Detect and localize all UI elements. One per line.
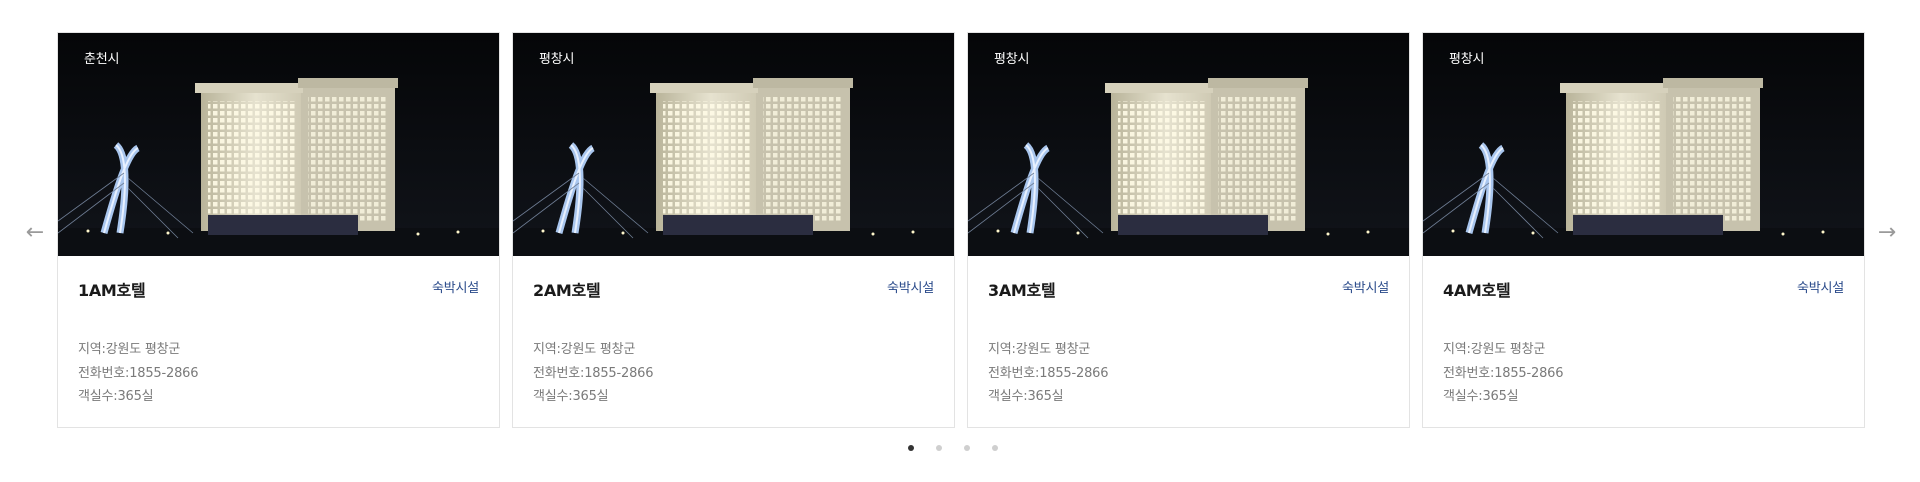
hotel-name: 2AM호텔: [533, 281, 601, 300]
hotel-name: 3AM호텔: [988, 281, 1056, 300]
region-label: 평창시: [1449, 52, 1485, 67]
phone-text: 전화번호:1855-2866: [1443, 365, 1564, 381]
category-link[interactable]: 숙박시설: [1797, 277, 1844, 296]
hotel-photo: 평창시: [513, 33, 954, 256]
pagination-dots: [908, 443, 1018, 453]
region-label: 춘천시: [84, 52, 120, 67]
pagination-dot-4[interactable]: [992, 445, 998, 451]
hotel-name: 1AM호텔: [78, 281, 146, 300]
hotel-night-image: [968, 33, 1409, 256]
hotel-night-image: [513, 33, 954, 256]
area-text: 지역:강원도 평창군: [78, 342, 181, 357]
hotel-night-image: [58, 33, 499, 256]
category-link[interactable]: 숙박시설: [887, 277, 934, 296]
region-label: 평창시: [994, 52, 1030, 67]
category-link[interactable]: 숙박시설: [1342, 277, 1389, 296]
pagination-dot-2[interactable]: [936, 445, 942, 451]
area-text: 지역:강원도 평창군: [1443, 342, 1546, 357]
pagination-dot-3[interactable]: [964, 445, 970, 451]
category-link[interactable]: 숙박시설: [432, 277, 479, 296]
arrow-right-icon: →: [1877, 220, 1897, 245]
hotel-night-image: [1423, 33, 1864, 256]
area-text: 지역:강원도 평창군: [988, 342, 1091, 357]
area-text: 지역:강원도 평창군: [533, 342, 636, 357]
carousel-track: 춘천시 1AM호텔 숙박시설 지역:강원도 평창군 전화번호:1855-2866…: [57, 32, 1865, 428]
pagination-dot-1[interactable]: [908, 445, 914, 451]
prev-arrow-button[interactable]: ←: [20, 218, 50, 248]
rooms-text: 객실수:365실: [533, 389, 609, 404]
phone-text: 전화번호:1855-2866: [533, 365, 654, 381]
arrow-left-icon: ←: [25, 220, 45, 245]
rooms-text: 객실수:365실: [1443, 389, 1519, 404]
region-label: 평창시: [539, 52, 575, 67]
hotel-card[interactable]: 춘천시 1AM호텔 숙박시설 지역:강원도 평창군 전화번호:1855-2866…: [57, 32, 500, 428]
hotel-card[interactable]: 평창시 4AM호텔 숙박시설 지역:강원도 평창군 전화번호:1855-2866…: [1422, 32, 1865, 428]
phone-text: 전화번호:1855-2866: [78, 365, 199, 381]
hotel-card[interactable]: 평창시 2AM호텔 숙박시설 지역:강원도 평창군 전화번호:1855-2866…: [512, 32, 955, 428]
phone-text: 전화번호:1855-2866: [988, 365, 1109, 381]
rooms-text: 객실수:365실: [988, 389, 1064, 404]
hotel-name: 4AM호텔: [1443, 281, 1511, 300]
hotel-card[interactable]: 평창시 3AM호텔 숙박시설 지역:강원도 평창군 전화번호:1855-2866…: [967, 32, 1410, 428]
hotel-info: 지역:강원도 평창군 전화번호:1855-2866 객실수:365실: [1443, 338, 1563, 409]
hotel-photo: 평창시: [1423, 33, 1864, 256]
hotel-photo: 춘천시: [58, 33, 499, 256]
next-arrow-button[interactable]: →: [1872, 218, 1902, 248]
rooms-text: 객실수:365실: [78, 389, 154, 404]
hotel-carousel: ← 춘천시 1AM호텔 숙박시설 지역:강원도 평창군 전화번호:1855-28…: [0, 0, 1920, 482]
hotel-info: 지역:강원도 평창군 전화번호:1855-2866 객실수:365실: [78, 338, 198, 409]
hotel-info: 지역:강원도 평창군 전화번호:1855-2866 객실수:365실: [988, 338, 1108, 409]
hotel-photo: 평창시: [968, 33, 1409, 256]
hotel-info: 지역:강원도 평창군 전화번호:1855-2866 객실수:365실: [533, 338, 653, 409]
